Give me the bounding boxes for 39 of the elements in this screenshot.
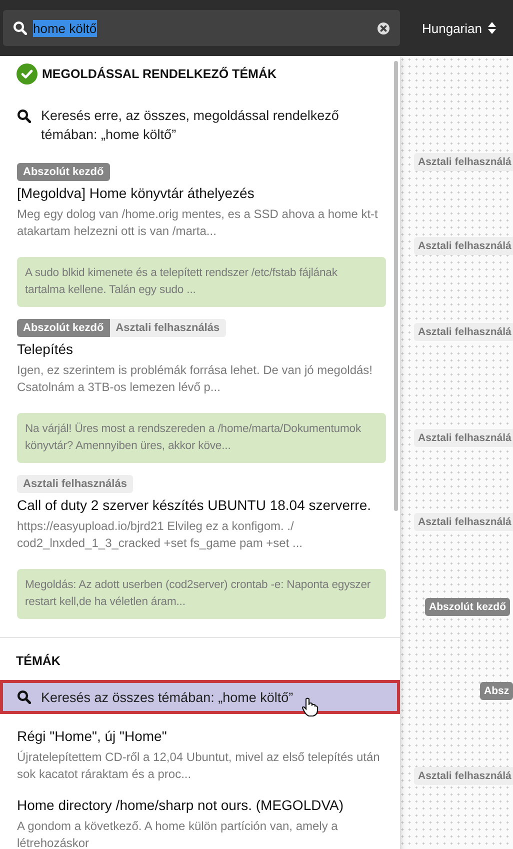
topic-excerpt: Igen, ez szerintem is problémák forrása lehet. De van jó megoldás! Csatolnám a 3TB-os lemezen lévő p... [17, 362, 374, 396]
category-tag[interactable]: Asztali felhasználá [414, 767, 513, 785]
solution-excerpt: A sudo blkid kimenete és a telepített rendszer /etc/fstab fájlának tartalma kellene. Talán egy sudo ... [17, 257, 386, 307]
category-tag[interactable]: Asztali felhasználá [414, 429, 513, 447]
category-tag[interactable]: Asztali felhasználá [414, 513, 513, 531]
topic-title[interactable]: Régi "Home", új "Home" [17, 726, 386, 746]
topic-excerpt: Meg egy dolog van /home.orig mentes, es a SSD ahova a home kt-t atakartam helzezni ott is van /marta... [17, 206, 379, 240]
category-tag[interactable]: Asztali felhasználá [414, 323, 513, 341]
search-option[interactable]: Keresés erre, az összes, megoldással rendelkező témában: „home költő” [0, 99, 400, 151]
search-option[interactable]: Keresés az összes témában: „home költő” [0, 680, 400, 714]
topic-excerpt: Újratelepítettem CD-ről a 12,04 Ubuntut, mivel az első telepítés után sok kacatot ráraktam és a proc... [17, 749, 381, 783]
category-tag[interactable]: Asztali felhasználá [414, 153, 513, 171]
search-icon [13, 21, 27, 35]
topic-excerpt: A gondom a következő. A home külön partíción van, amely a létrehozáskor [17, 818, 339, 849]
search-icon [17, 109, 31, 123]
category-tag[interactable]: Asztali felhasználá [414, 237, 513, 255]
sort-arrows-icon [488, 22, 496, 34]
topic-excerpt: https://easyupload.io/bjrd21 Elvileg ez a konfigom. ./ cod2_lnxded_1_3_cracked +set fs_game pam +set ... [17, 518, 304, 552]
scrollbar[interactable] [394, 61, 398, 511]
category-tag[interactable]: Asztali felhasználás [110, 319, 226, 337]
search-icon [17, 690, 31, 704]
topic-title[interactable]: [Megoldva] Home könyvtár áthelyezés [17, 183, 386, 203]
language-select[interactable]: Hungarian [422, 20, 496, 36]
category-tag[interactable]: Abszolút kezdő [425, 598, 510, 616]
topic-title[interactable]: Call of duty 2 szerver készítés UBUNTU 18.04 szerverre. [17, 495, 386, 515]
solution-excerpt: Na várjál! Üres most a rendszereden a /home/marta/Dokumentumok könyvtár? Amennyiben üres, akkor köve... [17, 413, 386, 463]
check-circle-icon [16, 63, 38, 85]
section-heading: MEGOLDÁSSAL RENDELKEZŐ TÉMÁK [42, 67, 276, 81]
category-tag[interactable]: Asztali felhasználás [17, 475, 133, 493]
section-heading: TÉMÁK [15, 652, 62, 670]
category-tag[interactable]: Abszolút kezdő [17, 319, 110, 337]
category-tag[interactable]: Abszolút kezdő [17, 163, 110, 181]
category-tag[interactable]: Absz [480, 682, 513, 700]
hand-cursor-icon [301, 697, 320, 717]
clear-icon[interactable] [377, 22, 390, 34]
search-field[interactable]: home költő [3, 10, 400, 46]
topic-title[interactable]: Home directory /home/sharp not ours. (MEGOLDVA) [17, 795, 386, 815]
solution-excerpt: Megoldás: Az adott userben (cod2server) crontab -e: Naponta egyszer restart kell,de ha véletlen áram... [17, 569, 386, 619]
topic-title[interactable]: Telepítés [17, 339, 386, 359]
